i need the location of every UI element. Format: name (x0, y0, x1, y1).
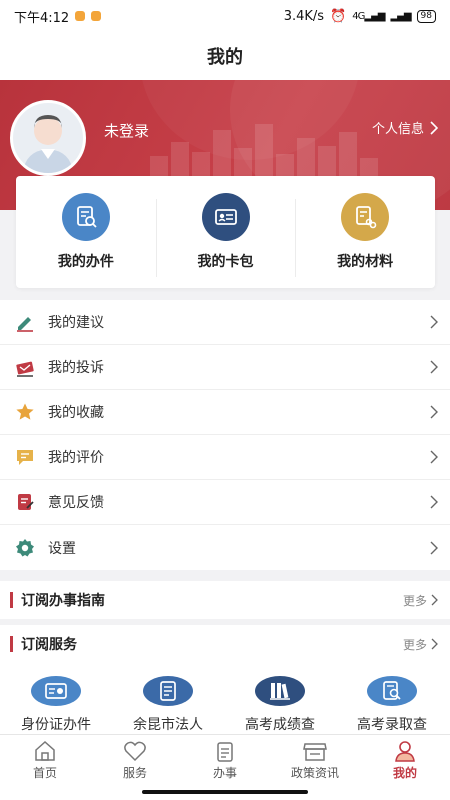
quick-item-my-cases[interactable]: 我的办件 (16, 193, 156, 271)
menu-item-complaints[interactable]: 我的投诉 (0, 345, 450, 390)
chevron-right-icon (430, 315, 438, 329)
section-subscribed-services: 订阅服务 更多 (0, 625, 450, 663)
chevron-right-icon (430, 405, 438, 419)
document-search-icon (61, 193, 110, 241)
page-title-bar: 我的 (0, 32, 450, 80)
signal-icon: ▂▄▆ (390, 10, 411, 22)
menu-item-label: 意见反馈 (48, 495, 104, 511)
service-item-exam-score[interactable]: 高考成绩查 (224, 662, 336, 734)
gear-icon (14, 537, 36, 559)
pencil-icon (14, 311, 36, 333)
tab-affairs[interactable]: 办事 (180, 735, 270, 786)
menu-item-label: 我的评价 (48, 450, 104, 466)
more-label: 更多 (402, 637, 427, 652)
section-accent-bar (10, 592, 13, 608)
service-item-legal-person[interactable]: 余昆市法人 (112, 662, 224, 734)
more-link[interactable]: 更多 (403, 636, 438, 653)
books-icon (255, 676, 305, 706)
service-label: 余昆市法人 (133, 717, 203, 733)
service-label: 身份证办件 (21, 717, 91, 733)
quick-item-label: 我的办件 (57, 254, 114, 270)
materials-icon (341, 193, 390, 241)
page-title: 我的 (207, 47, 243, 68)
search-doc-icon (367, 676, 417, 706)
tab-label: 政策资讯 (290, 766, 339, 780)
section-title: 订阅服务 (21, 637, 77, 653)
notification-icon (91, 11, 102, 21)
tab-services[interactable]: 服务 (90, 735, 180, 786)
signal-icon: 4G▂▄▆ (352, 10, 385, 22)
chevron-right-icon (431, 594, 438, 606)
status-bar: 下午4:12 3.4K/s ⏰ 4G▂▄▆ ▂▄▆ 98 (0, 0, 450, 32)
personal-info-link[interactable]: 个人信息 (372, 118, 438, 137)
section-accent-bar (10, 636, 13, 652)
menu-item-suggestions[interactable]: 我的建议 (0, 300, 450, 345)
home-icon (35, 740, 55, 761)
star-icon (14, 401, 36, 423)
tab-label: 我的 (392, 766, 417, 780)
chevron-right-icon (430, 120, 438, 135)
complaint-icon (14, 356, 36, 378)
alarm-icon: ⏰ (330, 8, 347, 24)
tab-home[interactable]: 首页 (0, 735, 90, 786)
avatar[interactable] (10, 100, 86, 176)
personal-info-label: 个人信息 (371, 122, 424, 137)
chevron-right-icon (430, 495, 438, 509)
quick-item-my-wallet[interactable]: 我的卡包 (155, 193, 296, 277)
store-icon (303, 743, 327, 761)
notification-icon (75, 11, 86, 21)
subscribed-services-row: 身份证办件 余昆市法人 高考成绩查 高考录取查 (0, 662, 450, 734)
clipboard-icon (217, 742, 233, 762)
id-card-icon (31, 676, 81, 706)
section-title: 订阅办事指南 (21, 593, 105, 609)
service-item-id-card[interactable]: 身份证办件 (0, 662, 112, 734)
skyline-decoration (150, 124, 378, 182)
section-subscribed-guides: 订阅办事指南 更多 (0, 581, 450, 619)
battery-icon: 98 (416, 9, 436, 23)
chevron-right-icon (430, 450, 438, 464)
chevron-right-icon (431, 638, 438, 650)
menu-item-settings[interactable]: 设置 (0, 525, 450, 570)
menu-item-ratings[interactable]: 我的评价 (0, 435, 450, 480)
network-speed: 3.4K/s (283, 8, 325, 24)
comment-icon (14, 446, 36, 468)
service-label: 高考成绩查 (245, 717, 315, 733)
menu-item-label: 我的投诉 (48, 360, 104, 376)
menu-list: 我的建议 我的投诉 我的收藏 我的评价 意见反馈 设置 (0, 300, 450, 570)
quick-item-my-materials[interactable]: 我的材料 (295, 193, 435, 277)
tab-mine[interactable]: 我的 (360, 735, 450, 786)
more-link[interactable]: 更多 (403, 592, 438, 609)
chevron-right-icon (430, 541, 438, 554)
tab-label: 办事 (212, 766, 237, 780)
menu-item-label: 我的收藏 (48, 405, 104, 421)
chevron-right-icon (430, 360, 438, 374)
user-icon (395, 741, 415, 762)
menu-item-feedback[interactable]: 意见反馈 (0, 480, 450, 525)
tab-label: 首页 (32, 766, 57, 780)
tab-label: 服务 (122, 766, 147, 780)
id-card-icon (201, 193, 250, 241)
heart-icon (124, 741, 146, 762)
feedback-icon (14, 491, 36, 513)
document-icon (143, 676, 193, 706)
tab-policy-news[interactable]: 政策资讯 (270, 735, 360, 786)
menu-item-label: 设置 (48, 540, 76, 557)
quick-item-label: 我的卡包 (197, 254, 254, 270)
menu-item-label: 我的建议 (48, 315, 104, 331)
home-indicator[interactable] (142, 790, 308, 794)
quick-access-card: 我的办件 我的卡包 我的材料 (16, 176, 435, 288)
service-item-admission[interactable]: 高考录取查 (336, 662, 448, 734)
status-time: 下午4:12 (14, 10, 70, 26)
more-label: 更多 (402, 593, 427, 608)
menu-item-favorites[interactable]: 我的收藏 (0, 390, 450, 435)
bottom-tab-bar: 首页 服务 办事 政策资讯 我的 (0, 734, 450, 786)
quick-item-label: 我的材料 (337, 254, 394, 270)
login-status[interactable]: 未登录 (104, 120, 149, 141)
service-label: 高考录取查 (357, 717, 427, 733)
